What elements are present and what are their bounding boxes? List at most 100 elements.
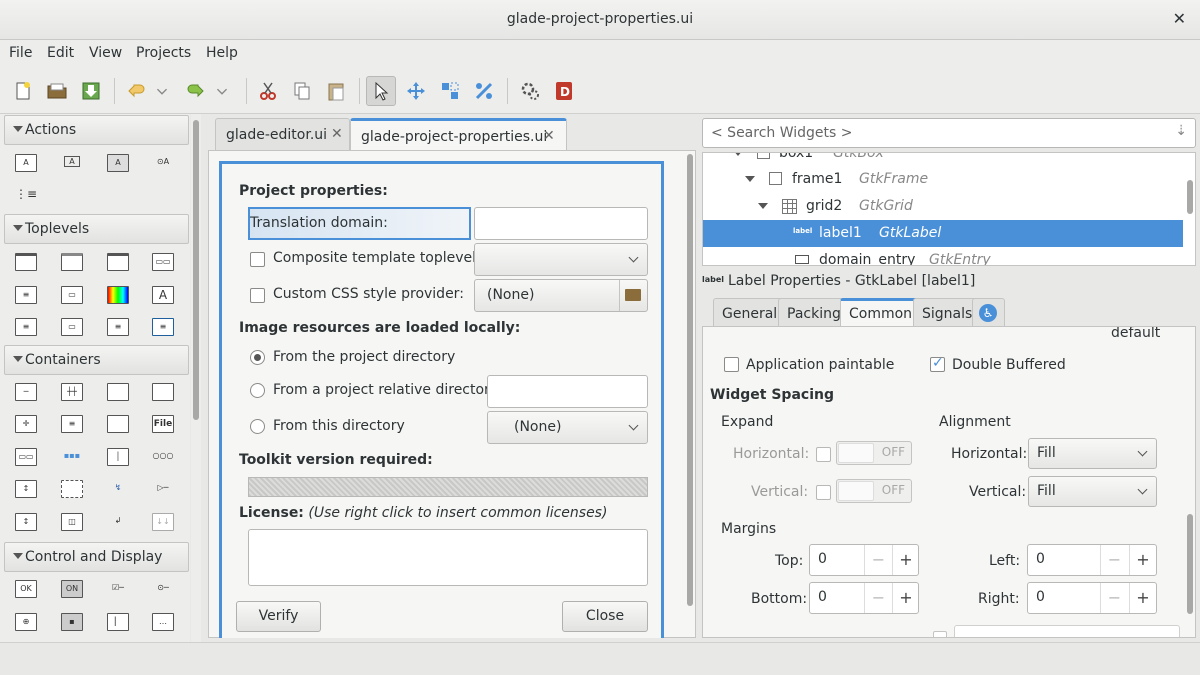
toolpalette-icon[interactable]: ○○○ bbox=[152, 448, 174, 466]
toolkit-version-combo[interactable] bbox=[248, 477, 648, 497]
scrolled-window-icon[interactable]: ↕ bbox=[15, 513, 37, 531]
check-button-icon[interactable]: ☑─ bbox=[107, 580, 129, 598]
save-icon[interactable] bbox=[76, 76, 106, 106]
app-paintable-checkbox[interactable] bbox=[724, 357, 739, 372]
margin-edit-icon[interactable] bbox=[435, 76, 465, 106]
frame-icon[interactable] bbox=[152, 383, 174, 401]
translation-domain-entry[interactable] bbox=[474, 207, 648, 240]
tab-accessibility[interactable]: ♿ bbox=[972, 298, 1005, 328]
text-view-icon[interactable]: … bbox=[152, 613, 174, 631]
composite-template-checkbox[interactable] bbox=[250, 252, 265, 267]
palette-group-toplevels[interactable]: Toplevels bbox=[4, 214, 189, 244]
drag-resize-icon[interactable] bbox=[401, 76, 431, 106]
entry-icon[interactable]: ▏ bbox=[107, 613, 129, 631]
paned-icon[interactable]: │ bbox=[107, 448, 129, 466]
this-dir-chooser[interactable]: (None) bbox=[487, 411, 648, 444]
margin-left-spin[interactable]: 0 − + bbox=[1027, 544, 1157, 576]
palette-group-control-display[interactable]: Control and Display bbox=[4, 542, 189, 572]
filechooser-widget-icon[interactable]: File bbox=[152, 415, 174, 433]
increment-button[interactable]: + bbox=[1129, 545, 1156, 575]
increment-button[interactable]: + bbox=[892, 583, 919, 613]
decrement-button[interactable]: − bbox=[864, 545, 892, 575]
from-relative-dir-radio[interactable] bbox=[250, 383, 265, 398]
tab-glade-project-properties[interactable]: glade-project-properties.ui ✕ bbox=[350, 118, 567, 150]
decrement-button[interactable]: − bbox=[1100, 583, 1128, 613]
toolbar-icon[interactable]: ▪▪▪ bbox=[61, 448, 83, 466]
relative-dir-entry[interactable] bbox=[487, 375, 648, 408]
decrement-button[interactable]: − bbox=[1100, 545, 1128, 575]
composite-template-combo[interactable] bbox=[474, 243, 648, 276]
menu-view[interactable]: View bbox=[89, 45, 122, 61]
stack-icon[interactable]: ↓↓ bbox=[152, 513, 174, 531]
redo-icon[interactable] bbox=[180, 76, 210, 106]
copy-icon[interactable] bbox=[287, 76, 317, 106]
expand-horizontal-checkbox[interactable] bbox=[816, 447, 831, 462]
double-buffered-checkbox[interactable]: ✓ bbox=[930, 355, 945, 372]
verify-button[interactable]: Verify bbox=[236, 601, 321, 632]
close-window-icon[interactable]: ✕ bbox=[1173, 9, 1186, 28]
search-options-icon[interactable]: ⇣ bbox=[1175, 123, 1187, 139]
revealer-icon[interactable]: ▷─ bbox=[152, 480, 174, 498]
application-window-icon[interactable] bbox=[107, 253, 129, 271]
close-button[interactable]: Close bbox=[562, 601, 648, 632]
viewport-icon[interactable]: ↕ bbox=[15, 480, 37, 498]
menu-file[interactable]: File bbox=[9, 45, 32, 61]
spin-button-icon[interactable]: ⊕ bbox=[15, 613, 37, 631]
close-tab-icon[interactable]: ✕ bbox=[331, 126, 343, 142]
radio-button-icon[interactable]: ⊙─ bbox=[152, 580, 174, 598]
translation-domain-label-selected[interactable]: Translation domain: bbox=[248, 207, 471, 240]
expander-icon[interactable] bbox=[107, 415, 129, 433]
alignment-edit-icon[interactable] bbox=[469, 76, 499, 106]
dialog-icon[interactable]: ▭▭ bbox=[152, 253, 174, 271]
preferences-gear-icon[interactable] bbox=[515, 76, 545, 106]
tree-scrollbar[interactable] bbox=[1184, 152, 1196, 266]
open-folder-icon[interactable] bbox=[42, 76, 72, 106]
custom-css-checkbox[interactable] bbox=[250, 288, 265, 303]
recent-action-icon[interactable]: ⊙A bbox=[152, 154, 174, 172]
window-icon[interactable] bbox=[15, 253, 37, 271]
tree-row[interactable]: frame1 GtkFrame bbox=[703, 166, 1183, 193]
tree-row[interactable]: domain_entry GtkEntry bbox=[703, 247, 1183, 265]
menu-help[interactable]: Help bbox=[206, 45, 238, 61]
undo-history-chevron-icon[interactable] bbox=[152, 76, 172, 106]
increment-button[interactable]: + bbox=[892, 545, 919, 575]
switch-icon[interactable]: ▪ bbox=[61, 613, 83, 631]
increment-button[interactable]: + bbox=[1129, 583, 1156, 613]
margin-top-spin[interactable]: 0 − + bbox=[809, 544, 919, 576]
expand-horizontal-switch[interactable]: OFF bbox=[836, 441, 912, 465]
button-box-icon[interactable]: ▭▭ bbox=[15, 448, 37, 466]
offscreen-window-icon[interactable] bbox=[61, 253, 83, 271]
recent-chooser-dialog-icon[interactable]: ≡ bbox=[107, 318, 129, 336]
properties-scrollbar[interactable] bbox=[1184, 328, 1196, 636]
alignment-icon[interactable]: ◫ bbox=[61, 513, 83, 531]
select-pointer-icon[interactable] bbox=[366, 76, 396, 106]
margin-bottom-spin[interactable]: 0 − + bbox=[809, 582, 919, 614]
tab-glade-editor[interactable]: glade-editor.ui ✕ bbox=[215, 118, 350, 150]
toggle-button-icon[interactable]: ON bbox=[61, 580, 83, 598]
license-textview[interactable] bbox=[248, 529, 648, 586]
redo-history-chevron-icon[interactable] bbox=[212, 76, 232, 106]
margin-right-spin[interactable]: 0 − + bbox=[1027, 582, 1157, 614]
color-chooser-dialog-icon[interactable] bbox=[107, 286, 129, 304]
align-vertical-combo[interactable]: Fill bbox=[1028, 476, 1157, 507]
tab-general[interactable]: General bbox=[713, 298, 787, 328]
grid-icon[interactable]: ┼┼ bbox=[61, 383, 83, 401]
paste-icon[interactable] bbox=[321, 76, 351, 106]
font-chooser-dialog-icon[interactable]: A bbox=[152, 286, 174, 304]
action-group-icon[interactable]: ⋮≡ bbox=[15, 186, 37, 208]
palette-scrollbar[interactable] bbox=[191, 114, 201, 642]
align-horizontal-combo[interactable]: Fill bbox=[1028, 438, 1157, 469]
message-dialog-icon[interactable]: ▭ bbox=[61, 286, 83, 304]
layout-icon[interactable] bbox=[61, 480, 83, 498]
box-icon[interactable]: ─ bbox=[15, 383, 37, 401]
palette-group-containers[interactable]: Containers bbox=[4, 345, 189, 375]
devhelp-icon[interactable]: D bbox=[549, 76, 579, 106]
toggle-action-icon[interactable]: A bbox=[61, 154, 83, 172]
new-file-icon[interactable] bbox=[8, 76, 38, 106]
tree-row-selected[interactable]: label label1 GtkLabel bbox=[703, 220, 1183, 247]
cut-icon[interactable] bbox=[253, 76, 283, 106]
menu-projects[interactable]: Projects bbox=[136, 45, 191, 61]
menu-edit[interactable]: Edit bbox=[47, 45, 74, 61]
editor-scrollbar[interactable] bbox=[684, 150, 696, 638]
from-project-dir-radio[interactable] bbox=[250, 350, 265, 365]
